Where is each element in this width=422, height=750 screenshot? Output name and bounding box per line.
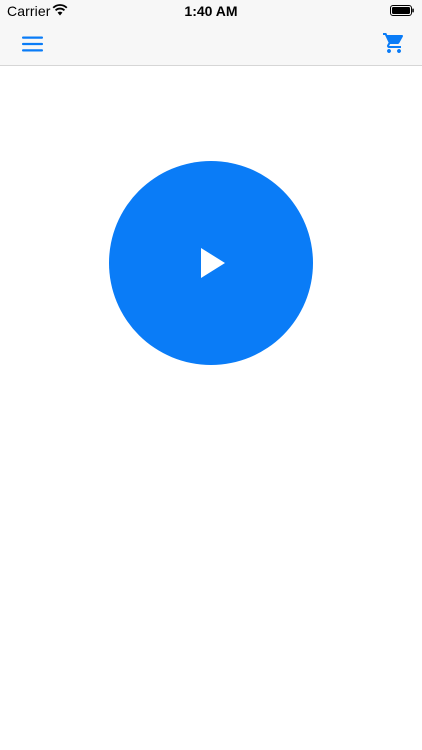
shopping-cart-icon	[383, 33, 404, 53]
status-bar: Carrier 1:40 AM	[0, 0, 422, 22]
hamburger-menu-icon	[22, 36, 43, 52]
play-button[interactable]	[109, 161, 313, 365]
menu-button[interactable]	[18, 30, 48, 58]
navigation-bar	[0, 22, 422, 66]
cart-button[interactable]	[380, 29, 408, 57]
battery-icon	[390, 5, 414, 16]
play-icon	[201, 248, 225, 278]
status-time: 1:40 AM	[184, 3, 238, 19]
app-screen: Carrier 1:40 AM	[0, 0, 422, 750]
